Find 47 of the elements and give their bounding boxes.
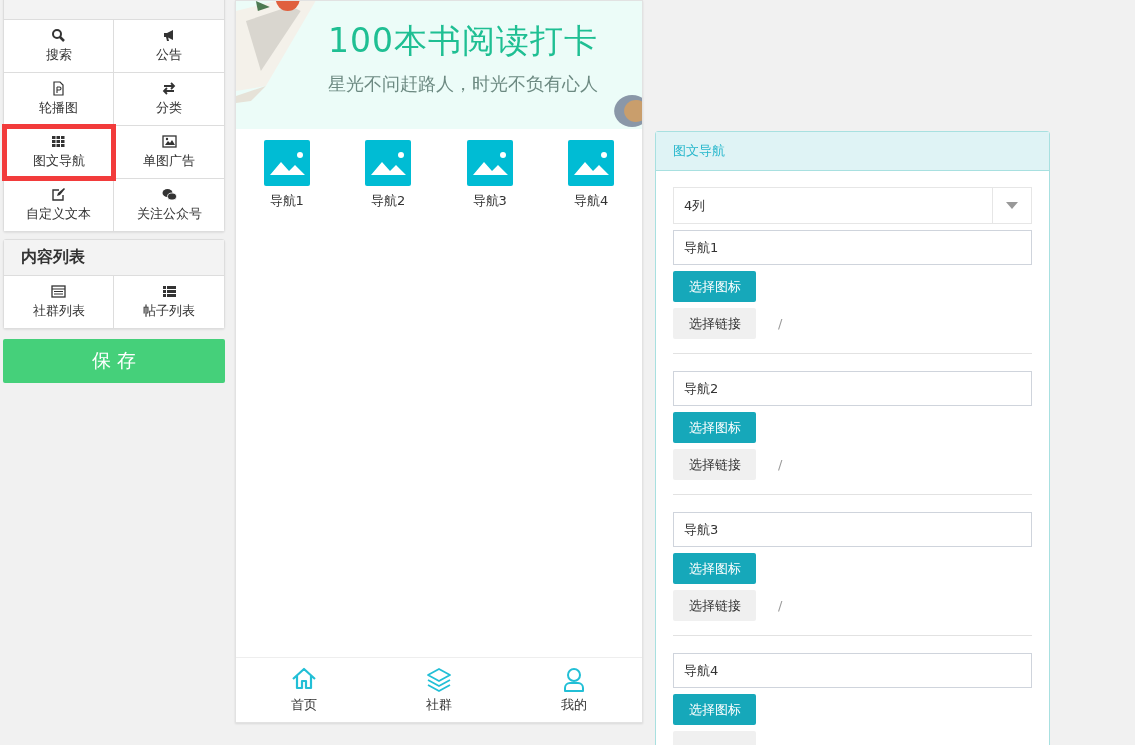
swap-icon	[161, 81, 177, 96]
element-tile[interactable]: 分类	[114, 73, 224, 126]
image-icon	[466, 140, 513, 186]
choose-link-button[interactable]: 选择链接	[673, 590, 756, 621]
nav-label: 导航1	[269, 192, 304, 210]
name-input[interactable]: 导航3	[673, 512, 1032, 547]
element-tile[interactable]: 轮播图	[4, 73, 114, 126]
section-title: 内容列表	[4, 240, 224, 276]
edit-icon	[51, 187, 66, 202]
choose-link-button[interactable]: 选择链接	[673, 308, 756, 339]
nav-label: 导航4	[574, 192, 609, 210]
element-tile[interactable]: 搜索	[4, 20, 114, 73]
banner-title: 100本书阅读打卡	[328, 20, 598, 62]
image-icon	[365, 140, 412, 186]
grid-icon	[51, 134, 66, 149]
nav-label: 导航3	[472, 192, 507, 210]
image-icon	[161, 134, 177, 149]
element-tile[interactable]: 帖子列表	[114, 276, 224, 328]
element-tile[interactable]: 公告	[114, 20, 224, 73]
element-tile[interactable]: 关注公众号	[114, 179, 224, 231]
choose-link-button[interactable]: 选择链接	[673, 449, 756, 480]
image-icon	[263, 140, 310, 186]
name-input[interactable]: 导航2	[673, 371, 1032, 406]
columns-select[interactable]: 4列	[673, 187, 1032, 224]
link-path: /	[778, 457, 783, 472]
panel-title: 图文导航	[656, 132, 1049, 171]
element-tile[interactable]: 图文导航	[4, 126, 114, 179]
caret-icon	[1006, 202, 1018, 209]
list-icon	[51, 284, 66, 299]
name-input[interactable]: 导航1	[673, 230, 1032, 265]
image-icon	[568, 140, 615, 186]
chat-icon	[161, 187, 177, 202]
element-tile[interactable]: 单图广告	[114, 126, 224, 179]
tab-bar-item[interactable]: 社群	[371, 658, 507, 722]
list-icon	[161, 284, 177, 299]
file-icon	[51, 81, 66, 96]
nav-label: 导航2	[371, 192, 406, 210]
tab-bar-item[interactable]: 我的	[506, 658, 642, 722]
layers-icon	[425, 666, 453, 694]
link-path: /	[778, 598, 783, 613]
element-tile[interactable]: 自定义文本	[4, 179, 114, 231]
link-path: /	[778, 316, 783, 331]
tab-bar-item[interactable]: 首页	[236, 658, 372, 722]
banner-subtitle: 星光不问赶路人，时光不负有心人	[328, 72, 598, 96]
name-input[interactable]: 导航4	[673, 653, 1032, 688]
search-icon	[51, 28, 66, 43]
element-tile[interactable]: 社群列表	[4, 276, 114, 328]
